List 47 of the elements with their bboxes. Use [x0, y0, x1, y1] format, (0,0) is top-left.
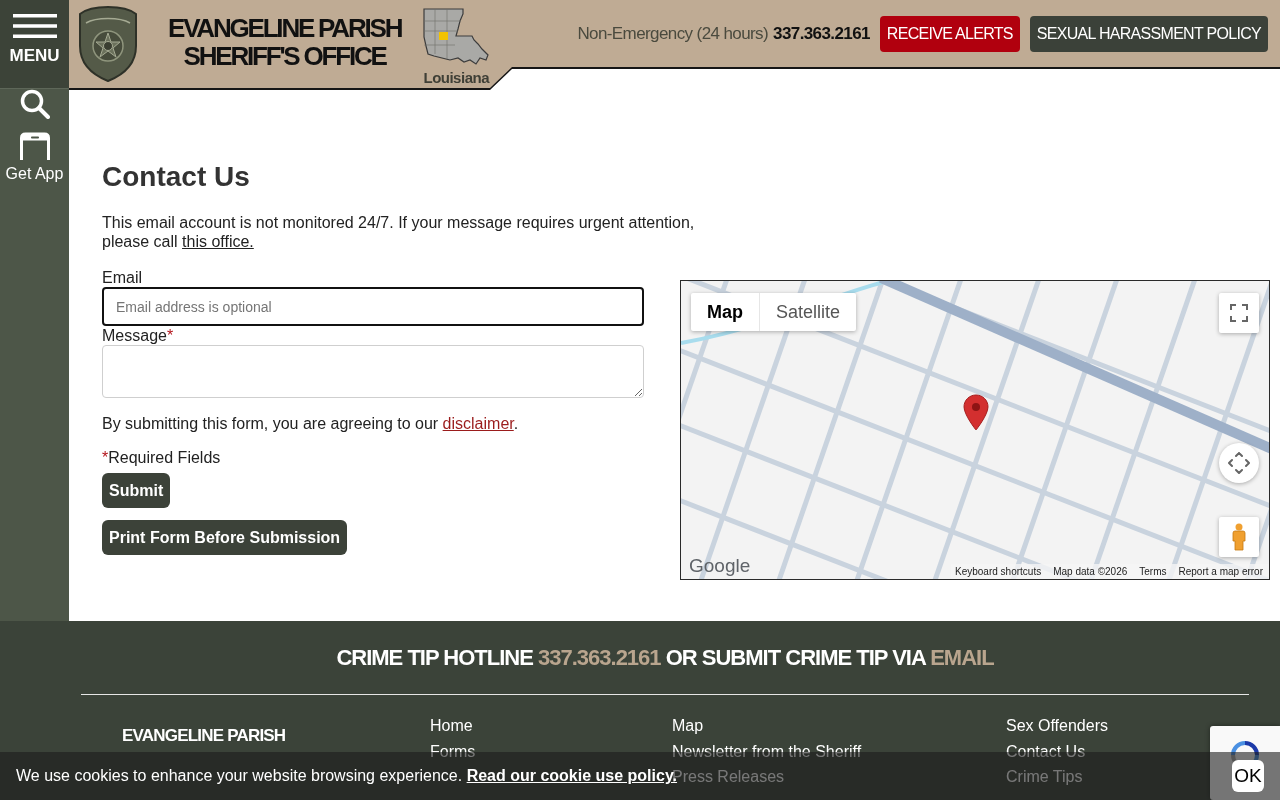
- map-data-text: Map data ©2026: [1053, 566, 1128, 577]
- message-input[interactable]: [102, 345, 644, 398]
- notice-text: This email account is not monitored 24/7. If your message requires urgent attention, please call this office.: [102, 213, 696, 251]
- phone-icon: [18, 132, 51, 160]
- pegman-icon: [1231, 523, 1247, 551]
- keyboard-shortcuts-button[interactable]: Keyboard shortcuts: [955, 566, 1042, 577]
- get-app-button[interactable]: Get App: [0, 132, 69, 183]
- sheriff-badge-icon: [78, 6, 138, 82]
- footer-link[interactable]: Contact Us: [1006, 738, 1086, 764]
- map-type-button[interactable]: Map: [691, 293, 759, 331]
- consent-text: By submitting this form, you are agreeing to our disclaimer.: [102, 414, 519, 433]
- street-view-button[interactable]: [1219, 517, 1259, 557]
- policy-button[interactable]: SEXUAL HARASSMENT POLICY: [1029, 15, 1268, 52]
- google-logo: Google: [689, 555, 751, 577]
- terms-link[interactable]: Terms: [1139, 566, 1167, 577]
- required-fields-note: *Required Fields: [102, 448, 221, 467]
- field-label: Message*: [102, 326, 174, 345]
- submit-button[interactable]: Submit: [102, 473, 171, 508]
- move-arrows-icon: [1228, 452, 1250, 474]
- field-label: Email: [102, 268, 142, 287]
- footer-link[interactable]: Map: [672, 713, 704, 739]
- search-icon: [19, 89, 50, 119]
- receive-alerts-button[interactable]: RECEIVE ALERTS: [879, 15, 1020, 52]
- fullscreen-button[interactable]: [1219, 293, 1259, 333]
- menu-icon: [12, 14, 57, 38]
- map-type-button[interactable]: Satellite: [759, 293, 857, 331]
- location-pin-icon: [963, 394, 989, 431]
- page-heading: Contact Us: [102, 160, 250, 194]
- hotline-phone-link[interactable]: 337.363.2161: [538, 645, 661, 670]
- disclaimer-link[interactable]: disclaimer: [442, 415, 514, 432]
- footer-link[interactable]: Sex Offenders: [1006, 713, 1108, 739]
- state-label: Louisiana: [423, 69, 489, 86]
- phone-label: Non-Emergency (24 hours): [577, 23, 769, 44]
- accept-cookies-button[interactable]: OK: [1232, 760, 1264, 792]
- site-title: EVANGELINE PARISH SHERIFF'S OFFICE: [168, 14, 402, 70]
- print-form-button[interactable]: Print Form Before Submission: [102, 520, 348, 555]
- tip-email-link[interactable]: EMAIL: [930, 645, 994, 670]
- footer-link[interactable]: Forms: [430, 738, 476, 764]
- phone-number: 337.363.2161: [773, 23, 870, 44]
- fullscreen-icon: [1230, 304, 1248, 322]
- email-input[interactable]: Email address is optional: [102, 287, 644, 326]
- menu-button[interactable]: MENU: [0, 0, 69, 89]
- office-link[interactable]: this office.: [182, 233, 254, 250]
- footer-link[interactable]: Home: [430, 713, 473, 739]
- footer-brand-name: EVANGELINE PARISH: [122, 725, 286, 747]
- hotline-heading: CRIME TIP HOTLINE 337.363.2161 OR SUBMIT CRIME TIP VIA EMAIL: [81, 621, 1249, 695]
- report-error-link[interactable]: Report a map error: [1178, 566, 1263, 577]
